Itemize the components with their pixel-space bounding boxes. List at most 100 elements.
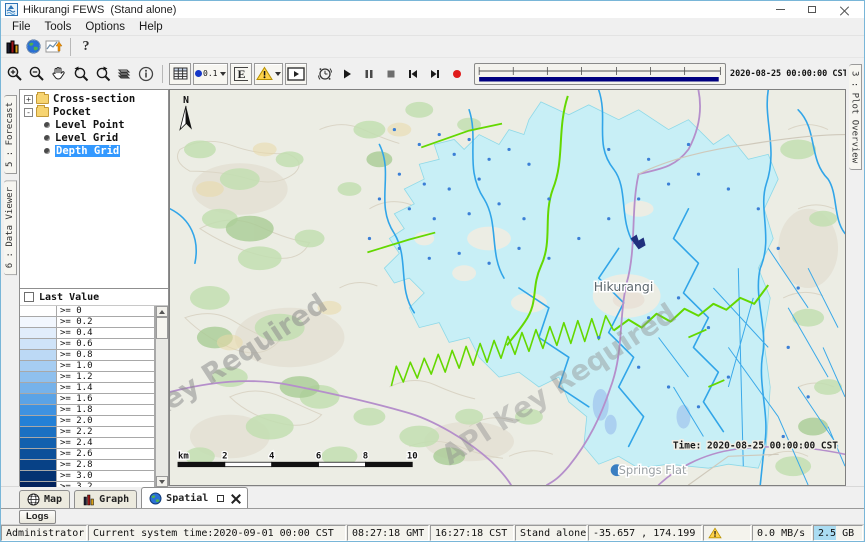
tab-maximize-icon[interactable] [217,495,224,502]
help-icon: ? [83,39,90,55]
minimize-button[interactable] [764,1,796,18]
maximize-button[interactable] [796,1,828,18]
scrollbar-thumb[interactable] [156,317,168,339]
legend-row: >= 1.8 [20,405,155,416]
play-icon [340,67,354,81]
animation-settings-button[interactable] [314,63,336,85]
pause-button[interactable] [358,63,380,85]
map-display-button[interactable] [23,37,43,57]
left-tab-strip: 5 : Forecast 6 : Data Viewer [1,89,19,486]
tree-node-depth-grid[interactable]: Depth Grid [22,145,168,157]
thresholds-dropdown[interactable] [254,63,283,85]
timeline-track [475,64,725,84]
tab-map[interactable]: Map [19,490,70,508]
legend-color-swatch [20,416,57,426]
collapse-icon[interactable]: - [24,108,33,117]
legend-row: >= 2.2 [20,427,155,438]
classification-button[interactable]: E [230,63,252,85]
database-button[interactable] [3,37,23,57]
last-value-checkbox[interactable] [24,292,34,302]
stop-button[interactable] [380,63,402,85]
pan-hand-icon [50,65,67,82]
legend-row: >= 0.6 [20,339,155,350]
legend-row-label: >= 3.2 [57,482,155,487]
wire-globe-icon [27,493,40,506]
zoom-in-icon [6,65,23,82]
tree-node-cross-section[interactable]: + Cross-section [22,93,168,105]
bar-chart-icon [82,494,95,506]
map-time-label: Time: 2020-08-25 00:00:00 CST [673,440,838,451]
status-memory: 2.5 GB [813,525,863,541]
tree-node-level-grid[interactable]: Level Grid [22,132,168,144]
zoom-out-button[interactable] [25,63,47,85]
menu-tools[interactable]: Tools [38,20,79,34]
tab-plot-overview[interactable]: 3 : Plot Overview [849,64,862,170]
close-button[interactable] [828,1,860,18]
zoom-out-icon [28,65,45,82]
legend-header: Last Value [20,289,168,306]
zoom-previous-button[interactable] [69,63,91,85]
legend-row: >= 1.6 [20,394,155,405]
bullet-icon [44,135,50,141]
scroll-up-button[interactable] [156,306,168,317]
legend-row: >= 2.8 [20,460,155,471]
legend-row-label: >= 1.2 [57,372,155,382]
tab-close-icon[interactable] [231,494,240,503]
timeseries-dialog-button[interactable] [43,37,65,57]
layers-button[interactable] [113,63,135,85]
map-canvas[interactable]: API Key Required API Key Required Hikura… [170,90,845,485]
show-grid-button[interactable] [169,63,191,85]
play-button[interactable] [336,63,358,85]
tab-graph[interactable]: Graph [74,490,137,508]
zoom-in-button[interactable] [3,63,25,85]
legend-row-label: >= 0.2 [57,317,155,327]
grid-scale-dropdown[interactable]: 0.1 [193,63,228,85]
layers-tree: + Cross-section - Pocket Level Point [19,89,169,289]
chevron-down-icon [220,72,226,76]
tab-spatial[interactable]: Spatial [141,487,248,508]
tab-forecast[interactable]: 5 : Forecast [4,95,17,174]
tab-graph-label: Graph [99,494,129,505]
status-warning[interactable] [703,525,751,541]
stop-icon [384,67,398,81]
status-system-time: Current system time:2020-09-01 00:00 CST [88,525,346,541]
tree-node-level-point[interactable]: Level Point [22,119,168,131]
globe-icon [26,39,41,54]
help-button[interactable]: ? [76,37,96,57]
movie-player-button[interactable] [285,63,307,85]
legend-color-swatch [20,460,57,470]
legend-scrollbar[interactable] [155,306,168,487]
legend-list: >= 0>= 0.2>= 0.4>= 0.6>= 0.8>= 1.0>= 1.2… [20,306,155,487]
skip-to-start-button[interactable] [402,63,424,85]
skip-to-end-button[interactable] [424,63,446,85]
legend-color-swatch [20,449,57,459]
info-button[interactable] [135,63,157,85]
chevron-down-icon [275,72,281,76]
timeline-slider[interactable] [474,63,726,85]
legend-color-swatch [20,405,57,415]
menu-options[interactable]: Options [78,20,132,34]
tree-node-pocket[interactable]: - Pocket [22,106,168,118]
zoom-next-button[interactable] [91,63,113,85]
zoom-previous-icon [72,65,89,82]
record-button[interactable] [446,63,468,85]
status-user: Administrator [1,525,87,541]
spatial-globe-icon [149,492,162,505]
tree-node-label: Pocket [53,106,91,118]
legend-color-swatch [20,427,57,437]
scroll-down-button[interactable] [156,476,168,487]
pan-button[interactable] [47,63,69,85]
legend-row-label: >= 0.8 [57,350,155,360]
logs-button[interactable]: Logs [19,510,56,524]
expand-icon[interactable]: + [24,95,33,104]
menu-help[interactable]: Help [132,20,170,34]
zoom-next-icon [94,65,111,82]
menu-file[interactable]: File [5,20,38,34]
legend-row: >= 1.4 [20,383,155,394]
map-view[interactable]: API Key Required API Key Required Hikura… [169,89,846,486]
scale-value: 0.1 [203,69,217,78]
tab-data-viewer[interactable]: 6 : Data Viewer [4,180,17,275]
legend-row: >= 2.0 [20,416,155,427]
legend-row: >= 0.4 [20,328,155,339]
svg-text:10: 10 [407,451,418,461]
